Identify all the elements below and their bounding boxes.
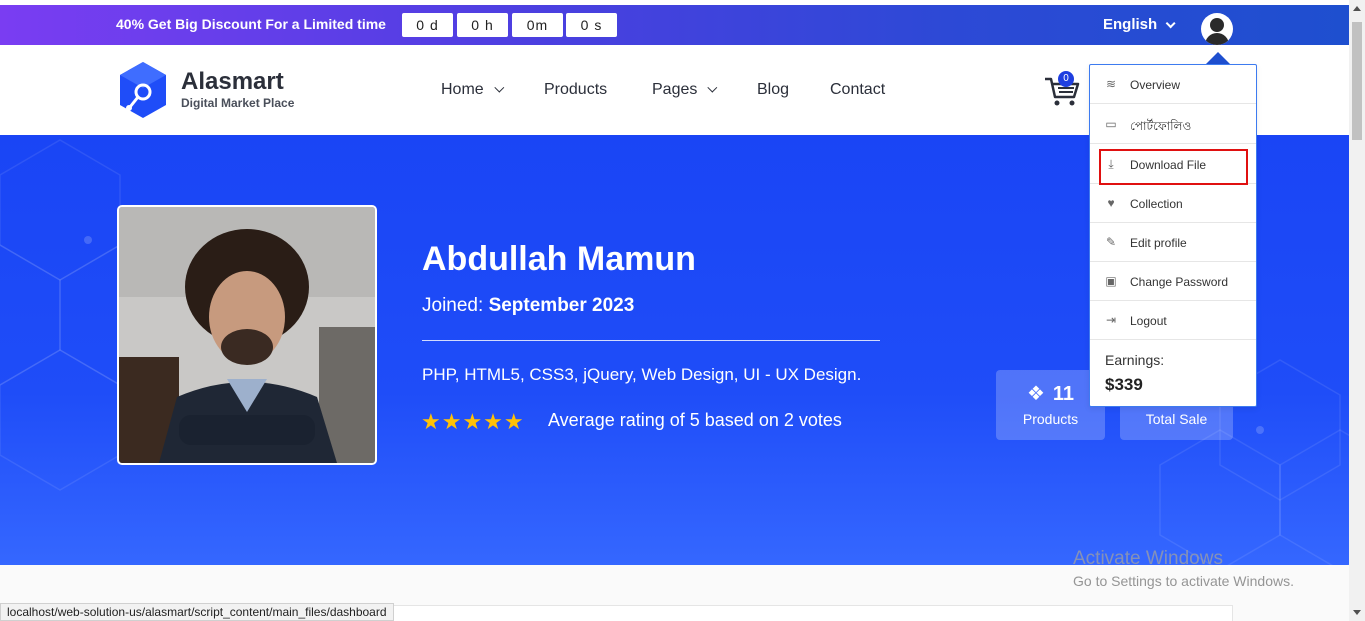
user-avatar-button[interactable]: [1201, 13, 1233, 45]
logout-icon: ⇥: [1105, 313, 1117, 327]
menu-item-label: পোর্টফোলিও: [1130, 119, 1192, 133]
menu-item-label: Collection: [1130, 197, 1183, 211]
promo-message: Get Big Discount For a Limited time: [147, 16, 386, 32]
profile-photo-image: [119, 207, 375, 463]
rating-text: Average rating of 5 based on 2 votes: [548, 410, 842, 430]
profile-divider: [422, 340, 880, 341]
menu-item-logout[interactable]: ⇥ Logout: [1090, 301, 1256, 340]
browser-status-url: localhost/web-solution-us/alasmart/scrip…: [0, 603, 394, 621]
brand-logo-icon[interactable]: [116, 60, 170, 120]
heart-icon: ♥: [1107, 196, 1115, 210]
page: 40% Get Big Discount For a Limited time …: [0, 0, 1365, 621]
promo-bar: 40% Get Big Discount For a Limited time …: [0, 5, 1349, 45]
menu-item-collection[interactable]: ♥ Collection: [1090, 184, 1256, 223]
layers-icon: ≋: [1105, 77, 1117, 91]
language-select[interactable]: English: [1103, 16, 1176, 33]
earnings-value: $339: [1105, 375, 1143, 394]
profile-skills: PHP, HTML5, CSS3, jQuery, Web Design, UI…: [422, 365, 862, 384]
nav-products[interactable]: Products: [544, 81, 607, 99]
joined-label: Joined:: [422, 295, 484, 316]
menu-item-change-password[interactable]: ▣ Change Password: [1090, 262, 1256, 301]
chevron-down-icon: [494, 82, 504, 93]
rating-stars-icon: ★★★★★: [421, 409, 525, 434]
portfolio-icon: ▭: [1105, 117, 1117, 131]
menu-item-overview[interactable]: ≋ Overview: [1090, 65, 1256, 104]
page-scrollbar[interactable]: [1349, 0, 1365, 621]
nav-blog[interactable]: Blog: [757, 81, 789, 99]
earnings-label: Earnings:: [1105, 352, 1165, 368]
edit-user-icon: ✎: [1105, 235, 1117, 249]
countdown-hours: 0 h: [457, 13, 508, 37]
countdown-minutes: 0m: [512, 13, 563, 37]
activate-windows-subtitle: Go to Settings to activate Windows.: [1073, 573, 1294, 589]
user-dropdown-menu: ≋ Overview ▭ পোর্টফোলিও ⤓ Download File …: [1089, 64, 1257, 407]
language-label: English: [1103, 16, 1158, 33]
menu-item-label: Edit profile: [1130, 236, 1187, 250]
nav-pages-label: Pages: [652, 81, 698, 98]
countdown-seconds: 0 s: [566, 13, 617, 37]
profile-name: Abdullah Mamun: [422, 240, 696, 278]
brand-tagline: Digital Market Place: [181, 96, 295, 110]
brand-name[interactable]: Alasmart: [181, 68, 284, 96]
nav-home-label: Home: [441, 81, 484, 98]
lock-icon: ▣: [1105, 274, 1117, 288]
chevron-down-icon: [1165, 18, 1176, 29]
joined-date: September 2023: [488, 295, 635, 316]
promo-text: 40% Get Big Discount For a Limited time: [116, 16, 386, 32]
menu-item-label: Logout: [1130, 314, 1167, 328]
user-icon: [1210, 18, 1224, 32]
nav-contact[interactable]: Contact: [830, 81, 885, 99]
dropdown-caret: [1206, 52, 1230, 64]
promo-percent: 40%: [116, 16, 145, 32]
cart-count-badge: 0: [1058, 71, 1074, 87]
activate-windows-title: Activate Windows: [1073, 548, 1223, 569]
menu-item-label: Overview: [1130, 78, 1181, 92]
menu-item-portfolio[interactable]: ▭ পোর্টফোলিও: [1090, 105, 1256, 144]
profile-photo: [117, 205, 377, 465]
menu-item-edit-profile[interactable]: ✎ Edit profile: [1090, 223, 1256, 262]
boxes-icon: ❖: [1026, 383, 1045, 405]
scrollbar-thumb[interactable]: [1352, 22, 1362, 140]
nav-pages[interactable]: Pages: [652, 81, 718, 99]
chevron-down-icon: [707, 82, 718, 93]
menu-item-label: Change Password: [1130, 275, 1229, 289]
highlight-box: [1099, 149, 1248, 185]
scroll-down-arrow-icon[interactable]: [1353, 610, 1361, 615]
profile-joined: Joined: September 2023: [422, 295, 634, 317]
stat-products-number: 11: [1052, 383, 1075, 405]
stat-total-sale-label: Total Sale: [1145, 411, 1208, 427]
countdown-days: 0 d: [402, 13, 453, 37]
nav-home[interactable]: Home: [441, 81, 504, 99]
scroll-up-arrow-icon[interactable]: [1353, 6, 1361, 11]
user-icon-body: [1205, 33, 1229, 45]
stat-products-label: Products: [1022, 411, 1079, 427]
